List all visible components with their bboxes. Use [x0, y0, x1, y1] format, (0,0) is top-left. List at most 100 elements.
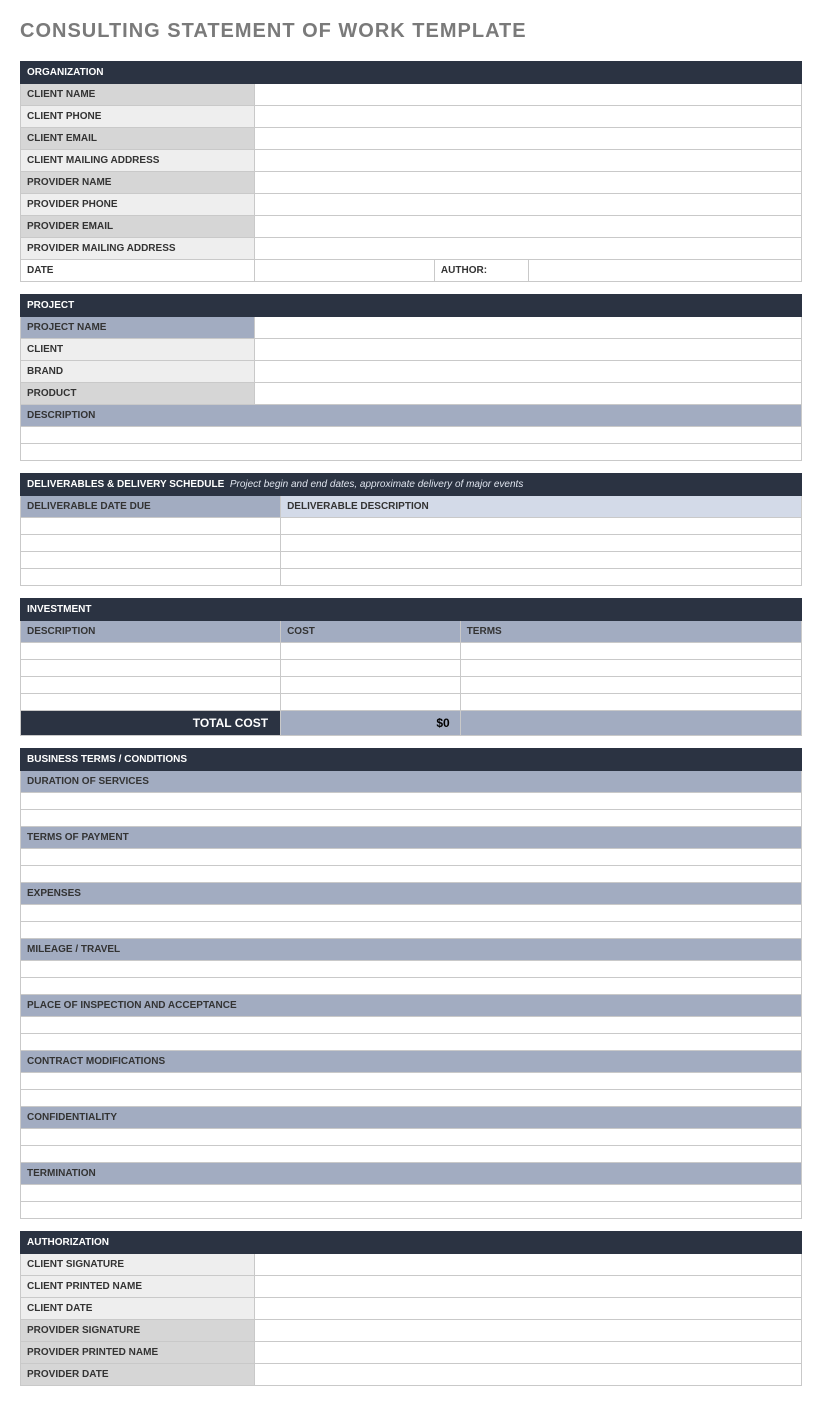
- value-provider-email[interactable]: [255, 216, 802, 238]
- label-date: DATE: [21, 260, 255, 282]
- label-provider-email: PROVIDER EMAIL: [21, 216, 255, 238]
- label-project-client: CLIENT: [21, 339, 255, 361]
- deliverables-subtext: Project begin and end dates, approximate…: [230, 479, 524, 490]
- inv-desc-1[interactable]: [21, 660, 281, 677]
- col-deliverable-date: DELIVERABLE DATE DUE: [21, 496, 281, 518]
- terms-value-3b[interactable]: [21, 978, 802, 995]
- value-provider-name[interactable]: [255, 172, 802, 194]
- label-client-sig: CLIENT SIGNATURE: [21, 1254, 255, 1276]
- organization-table: ORGANIZATION CLIENT NAME CLIENT PHONE CL…: [20, 61, 802, 282]
- terms-value-3a[interactable]: [21, 961, 802, 978]
- value-project-name[interactable]: [255, 317, 802, 339]
- terms-table: BUSINESS TERMS / CONDITIONS DURATION OF …: [20, 748, 802, 1219]
- terms-label-6: CONFIDENTIALITY: [21, 1107, 802, 1129]
- value-brand[interactable]: [255, 361, 802, 383]
- label-provider-phone: PROVIDER PHONE: [21, 194, 255, 216]
- inv-terms-1[interactable]: [460, 660, 801, 677]
- terms-value-6a[interactable]: [21, 1129, 802, 1146]
- label-project-name: PROJECT NAME: [21, 317, 255, 339]
- terms-value-1b[interactable]: [21, 866, 802, 883]
- deliv-date-2[interactable]: [21, 552, 281, 569]
- terms-value-6b[interactable]: [21, 1146, 802, 1163]
- inv-cost-3[interactable]: [281, 694, 461, 711]
- deliv-date-0[interactable]: [21, 518, 281, 535]
- terms-label-0: DURATION OF SERVICES: [21, 771, 802, 793]
- value-description-2[interactable]: [21, 444, 802, 461]
- label-brand: BRAND: [21, 361, 255, 383]
- value-provider-printed[interactable]: [255, 1342, 802, 1364]
- label-client-printed: CLIENT PRINTED NAME: [21, 1276, 255, 1298]
- terms-header: BUSINESS TERMS / CONDITIONS: [21, 749, 802, 771]
- terms-value-4b[interactable]: [21, 1034, 802, 1051]
- label-description: DESCRIPTION: [21, 405, 802, 427]
- col-inv-cost: COST: [281, 621, 461, 643]
- value-client-phone[interactable]: [255, 106, 802, 128]
- label-author: AUTHOR:: [434, 260, 528, 282]
- label-provider-date: PROVIDER DATE: [21, 1364, 255, 1386]
- terms-value-7a[interactable]: [21, 1185, 802, 1202]
- terms-value-1a[interactable]: [21, 849, 802, 866]
- inv-desc-2[interactable]: [21, 677, 281, 694]
- terms-value-4a[interactable]: [21, 1017, 802, 1034]
- project-table: PROJECT PROJECT NAME CLIENT BRAND PRODUC…: [20, 294, 802, 461]
- label-client-mailing: CLIENT MAILING ADDRESS: [21, 150, 255, 172]
- terms-value-7b[interactable]: [21, 1202, 802, 1219]
- inv-terms-3[interactable]: [460, 694, 801, 711]
- total-cost-empty: [460, 711, 801, 736]
- inv-cost-0[interactable]: [281, 643, 461, 660]
- deliv-desc-0[interactable]: [281, 518, 802, 535]
- inv-terms-0[interactable]: [460, 643, 801, 660]
- total-cost-label: TOTAL COST: [21, 711, 281, 736]
- label-provider-mailing: PROVIDER MAILING ADDRESS: [21, 238, 255, 260]
- col-inv-desc: DESCRIPTION: [21, 621, 281, 643]
- deliv-date-3[interactable]: [21, 569, 281, 586]
- terms-value-5a[interactable]: [21, 1073, 802, 1090]
- terms-value-0b[interactable]: [21, 810, 802, 827]
- terms-value-2b[interactable]: [21, 922, 802, 939]
- col-deliverable-desc: DELIVERABLE DESCRIPTION: [281, 496, 802, 518]
- label-provider-name: PROVIDER NAME: [21, 172, 255, 194]
- value-provider-mailing[interactable]: [255, 238, 802, 260]
- value-client-printed[interactable]: [255, 1276, 802, 1298]
- inv-cost-2[interactable]: [281, 677, 461, 694]
- deliverables-header: DELIVERABLES & DELIVERY SCHEDULE Project…: [21, 474, 802, 496]
- terms-label-7: TERMINATION: [21, 1163, 802, 1185]
- value-provider-date[interactable]: [255, 1364, 802, 1386]
- terms-label-3: MILEAGE / TRAVEL: [21, 939, 802, 961]
- inv-cost-1[interactable]: [281, 660, 461, 677]
- deliv-date-1[interactable]: [21, 535, 281, 552]
- value-client-sig[interactable]: [255, 1254, 802, 1276]
- inv-desc-3[interactable]: [21, 694, 281, 711]
- deliverables-header-text: DELIVERABLES & DELIVERY SCHEDULE: [27, 479, 224, 490]
- terms-value-5b[interactable]: [21, 1090, 802, 1107]
- value-date[interactable]: [255, 260, 435, 282]
- project-header: PROJECT: [21, 295, 802, 317]
- deliv-desc-1[interactable]: [281, 535, 802, 552]
- deliv-desc-2[interactable]: [281, 552, 802, 569]
- value-product[interactable]: [255, 383, 802, 405]
- terms-label-4: PLACE OF INSPECTION AND ACCEPTANCE: [21, 995, 802, 1017]
- value-provider-phone[interactable]: [255, 194, 802, 216]
- inv-desc-0[interactable]: [21, 643, 281, 660]
- col-inv-terms: TERMS: [460, 621, 801, 643]
- value-provider-sig[interactable]: [255, 1320, 802, 1342]
- inv-terms-2[interactable]: [460, 677, 801, 694]
- value-client-email[interactable]: [255, 128, 802, 150]
- value-description-1[interactable]: [21, 427, 802, 444]
- value-client-name[interactable]: [255, 84, 802, 106]
- value-project-client[interactable]: [255, 339, 802, 361]
- deliv-desc-3[interactable]: [281, 569, 802, 586]
- value-author[interactable]: [528, 260, 801, 282]
- label-product: PRODUCT: [21, 383, 255, 405]
- terms-value-0a[interactable]: [21, 793, 802, 810]
- terms-label-5: CONTRACT MODIFICATIONS: [21, 1051, 802, 1073]
- total-cost-value: $0: [281, 711, 461, 736]
- terms-label-2: EXPENSES: [21, 883, 802, 905]
- investment-table: INVESTMENT DESCRIPTION COST TERMS TOTAL …: [20, 598, 802, 736]
- terms-label-1: TERMS OF PAYMENT: [21, 827, 802, 849]
- label-client-email: CLIENT EMAIL: [21, 128, 255, 150]
- terms-value-2a[interactable]: [21, 905, 802, 922]
- organization-header: ORGANIZATION: [21, 62, 802, 84]
- value-client-date[interactable]: [255, 1298, 802, 1320]
- value-client-mailing[interactable]: [255, 150, 802, 172]
